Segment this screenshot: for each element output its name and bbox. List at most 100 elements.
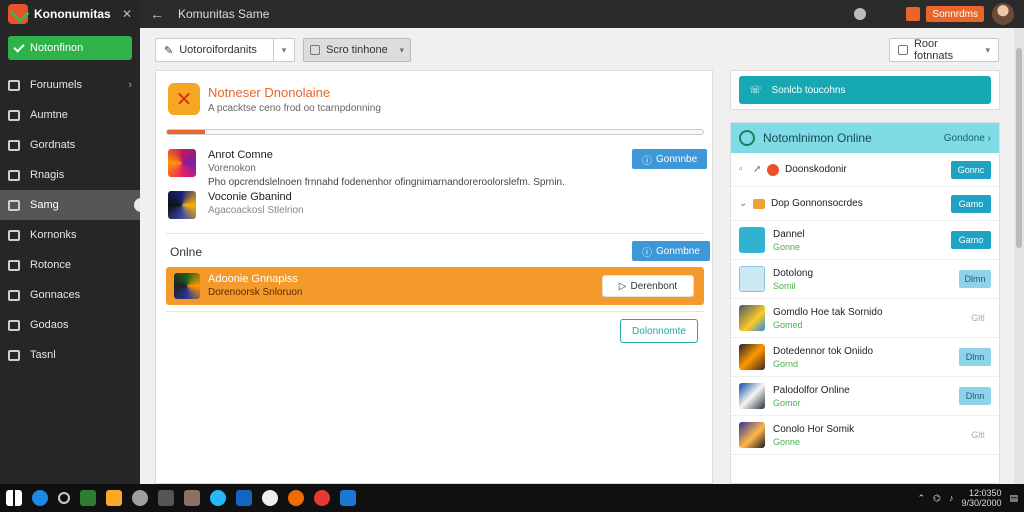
app-icon[interactable] [262, 490, 278, 506]
arrow-icon: ➚ [753, 164, 762, 175]
item-action-button[interactable]: Dlnn [959, 348, 991, 366]
folder-icon[interactable] [106, 490, 122, 506]
item-action-button[interactable]: Gltl [965, 309, 991, 327]
checkbox-icon[interactable]: ▫ [739, 164, 753, 175]
sidebar-active-item[interactable]: Notonfinon [8, 36, 132, 60]
chevron-down-icon[interactable]: ⌄ [739, 198, 753, 209]
sidebar-active-label: Notonfinon [30, 42, 84, 54]
item-action-button[interactable]: Dlnn [959, 387, 991, 405]
sidebar-item-1[interactable]: Aumtne [0, 100, 140, 130]
highlight-action-button[interactable]: ▷ Derenbont [602, 275, 694, 297]
filter-dropdown-button[interactable]: ▾ [273, 38, 295, 62]
browser-icon[interactable] [288, 490, 304, 506]
sidebar-item-5[interactable]: Kornonks [0, 220, 140, 250]
online-panel: Notomlnimon Online Gondone › ▫ ➚ Doonskodo… [730, 122, 1000, 484]
status-tag-icon [767, 163, 779, 176]
close-icon[interactable]: ✕ [122, 7, 132, 21]
top-bar: ← Komunitas Same Sonnrdms [140, 0, 1024, 28]
online-list-item[interactable]: Conolo Hor Somik Gonne Gltl [731, 416, 999, 455]
item-action-button[interactable]: Gltl [965, 426, 991, 444]
network-icon[interactable]: ⌬ [933, 493, 941, 504]
highlighted-item[interactable]: Adoonie Gnnapiss Dorenoorsk Snloruon ▷ D… [166, 267, 704, 305]
sidebar-item-label: Samg [30, 199, 59, 211]
status-dot-icon[interactable] [854, 8, 867, 20]
top-action-button[interactable]: Sonnrdms [926, 6, 984, 22]
outline-button[interactable]: Dolonnomte [620, 319, 698, 343]
search-bar[interactable]: ☏ Sonlcb toucohns [739, 76, 991, 104]
page-title: Komunitas Same [178, 7, 270, 21]
item-action-button[interactable]: Dlmn [959, 270, 991, 288]
item-title: Gomdlo Hoe tak Sornido [773, 306, 883, 318]
item-thumbnail [739, 383, 765, 409]
sidebar-item-7[interactable]: Gonnaces [0, 280, 140, 310]
terminal-icon[interactable] [158, 490, 174, 506]
item-action-button[interactable]: ⓘ Gonnnbe [632, 149, 708, 169]
item-title: Dotolong [773, 267, 814, 279]
notifications-icon[interactable]: ▤ [1009, 493, 1018, 504]
chevron-right-icon: › [128, 79, 132, 91]
assistant-icon[interactable] [32, 490, 48, 506]
notification-icon[interactable] [906, 7, 921, 21]
start-icon[interactable] [6, 490, 22, 506]
item-title: Palodolfor Online [773, 384, 850, 396]
app-icon[interactable] [210, 490, 226, 506]
back-arrow-icon[interactable]: ← [150, 6, 164, 22]
sidebar-item-8[interactable]: Godaos [0, 310, 140, 340]
sort-icon [310, 45, 320, 55]
search-icon[interactable] [58, 492, 70, 504]
online-list-item[interactable]: Dotolong Somil Dlmn [731, 260, 999, 299]
item-subtitle: Dorenoorsk Snloruon [208, 287, 303, 298]
app-icon[interactable] [340, 490, 356, 506]
online-list-item[interactable]: Dannel Gonne Gamo [731, 221, 999, 260]
item-subtitle: Somil [773, 280, 796, 291]
online-list-item[interactable]: ▫ ➚ Doonskodonir Gonnc [731, 153, 999, 187]
sidebar-item-0[interactable]: Foruumels › [0, 70, 140, 100]
highlight-action-label: Derenbont [630, 280, 678, 292]
online-list-item[interactable]: ⌄ Dop Gonnonsocrdes Gamo [731, 187, 999, 221]
scrollbar[interactable] [1014, 28, 1024, 484]
brand: Kononumitas ✕ [0, 0, 140, 28]
item-thumbnail [739, 266, 765, 292]
info-icon: ⓘ [642, 247, 652, 259]
online-list-item[interactable]: Gomdlo Hoe tak Sornido Gomed Gltl [731, 299, 999, 338]
folder-icon [753, 198, 765, 209]
sort-dropdown[interactable]: Scro tinhone ▾ [303, 38, 411, 62]
avatar[interactable] [992, 3, 1014, 25]
app-icon[interactable] [184, 490, 200, 506]
section-action-button[interactable]: ⓘ Gonmbne [632, 241, 710, 261]
sidebar-item-6[interactable]: Rotonce [0, 250, 140, 280]
item-thumbnail [739, 344, 765, 370]
item-title: Voconie Gbanind [208, 191, 292, 203]
sidebar-item-2[interactable]: Gordnats [0, 130, 140, 160]
sidebar-item-3[interactable]: Rnagis [0, 160, 140, 190]
sidebar-item-label: Gordnats [30, 139, 76, 151]
sidebar-item-4[interactable]: Samg [0, 190, 144, 220]
clock[interactable]: 12:0350 9/30/2000 [961, 488, 1001, 508]
list-item[interactable]: Voconie Gbanind Agacoackosl Stlelrion [168, 191, 698, 221]
online-list-item[interactable]: Palodolfor Online Gomor Dlnn [731, 377, 999, 416]
volume-icon[interactable]: ♪ [949, 493, 954, 503]
browser-icon[interactable] [314, 490, 330, 506]
info-icon: ⓘ [642, 155, 652, 167]
item-action-button[interactable]: Gamo [951, 231, 991, 249]
item-thumbnail [739, 227, 765, 253]
browser-icon[interactable] [132, 490, 148, 506]
chevron-up-icon[interactable]: ⌃ [918, 493, 926, 504]
app-icon[interactable] [80, 490, 96, 506]
progress-bar [166, 129, 704, 135]
item-action-button[interactable]: Gamo [951, 194, 991, 213]
editor-icon[interactable] [236, 490, 252, 506]
item-action-button[interactable]: Gonnc [951, 160, 991, 179]
online-panel-link[interactable]: Gondone › [944, 133, 991, 144]
sidebar-item-9[interactable]: Tasnl [0, 340, 140, 370]
divider [166, 311, 704, 312]
format-dropdown[interactable]: Roor fotnnats ▾ [889, 38, 999, 62]
scrollbar-thumb[interactable] [1016, 48, 1022, 248]
sidebar: Kononumitas ✕ Notonfinon Foruumels › Aumtn… [0, 0, 144, 484]
status-icon [739, 130, 755, 146]
folder-icon [8, 319, 20, 331]
hero-subtitle: A pcacktse ceno frod oo tcarnpdonning [208, 103, 381, 114]
online-list-item[interactable]: Dotedennor tok Oniido Gornd Dlnn [731, 338, 999, 377]
item-title: Adoonie Gnnapiss [208, 273, 298, 285]
list-item[interactable]: Anrot Comne Vorenokon Pho opcrendslelnoe… [168, 149, 698, 189]
